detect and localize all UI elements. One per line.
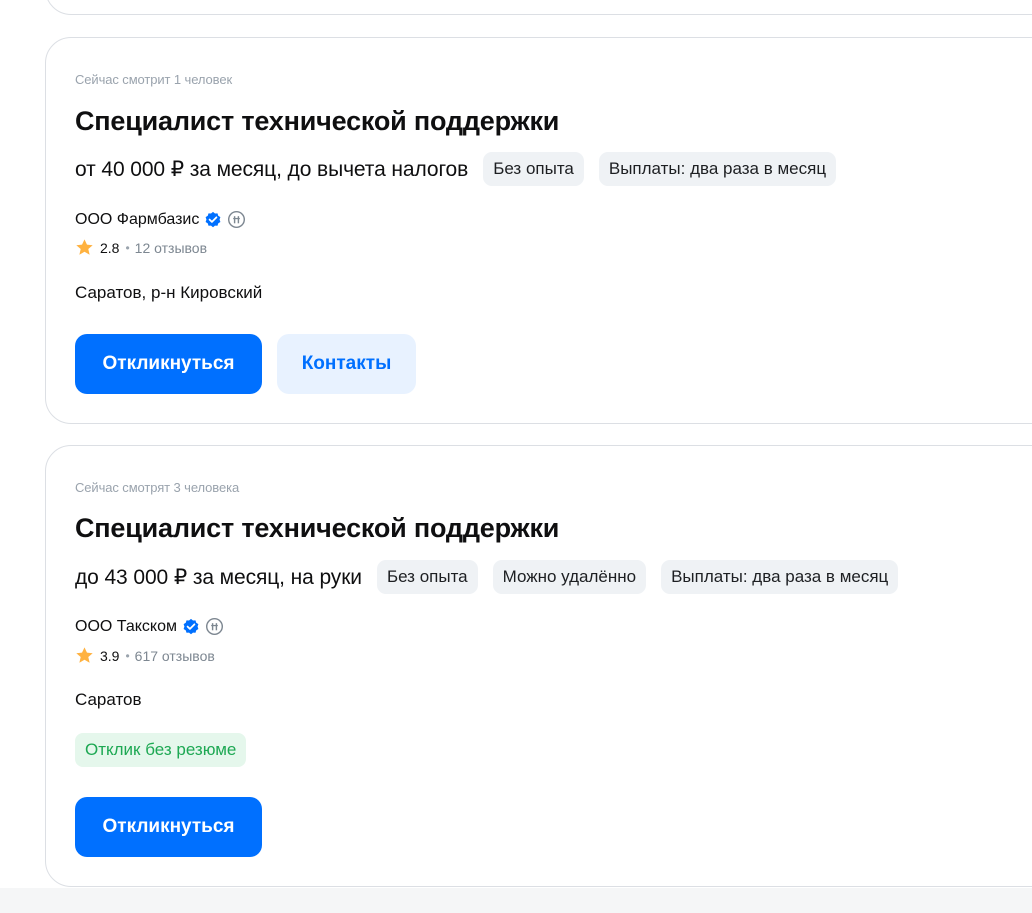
experience-tag: Без опыта (483, 152, 584, 186)
experience-tag: Без опыта (376, 560, 478, 594)
separator-dot: • (125, 648, 130, 663)
vacancy-card[interactable]: Сейчас смотрит 1 человек Специалист техн… (45, 37, 1032, 424)
salary-row: от 40 000 ₽ за месяц, до вычета налогов … (75, 152, 851, 186)
salary-row: до 43 000 ₽ за месяц, на руки Без опыта … (75, 560, 913, 594)
apply-button[interactable]: Откликнуться (75, 797, 262, 857)
vacancy-list: Сейчас смотрит 1 человек Специалист техн… (0, 0, 1032, 913)
no-resume-badge: Отклик без резюме (75, 733, 247, 767)
company-name[interactable]: ООО Такском (75, 618, 177, 636)
vacancy-card-previous (45, 0, 1032, 15)
separator-dot: • (125, 240, 130, 255)
vacancy-card[interactable]: Сейчас смотрят 3 человека Специалист тех… (45, 445, 1032, 887)
company-row: ООО Фармбазис (75, 210, 246, 229)
page-footer-strip (0, 888, 1032, 913)
reviews-link[interactable]: 12 отзывов (135, 240, 207, 256)
info-icon[interactable] (227, 210, 246, 229)
vacancy-title[interactable]: Специалист технической поддержки (75, 513, 559, 544)
apply-button[interactable]: Откликнуться (75, 334, 262, 394)
salary: от 40 000 ₽ за месяц, до вычета налогов (75, 157, 469, 181)
rating-value: 2.8 (100, 239, 120, 256)
company-row: ООО Такском (75, 617, 224, 636)
rating-row: 2.8 • 12 отзывов (75, 238, 207, 257)
location: Саратов, р-н Кировский (75, 283, 263, 302)
salary: до 43 000 ₽ за месяц, на руки (75, 565, 362, 589)
company-name[interactable]: ООО Фармбазис (75, 211, 199, 229)
star-icon (76, 647, 93, 663)
remote-tag: Можно удалённо (492, 560, 647, 594)
location: Саратов (75, 690, 142, 709)
rating-value: 3.9 (100, 647, 120, 664)
info-icon[interactable] (205, 617, 224, 636)
reviews-link[interactable]: 617 отзывов (135, 648, 215, 664)
vacancy-title[interactable]: Специалист технической поддержки (75, 106, 559, 137)
rating-row: 3.9 • 617 отзывов (75, 646, 215, 665)
verified-check-icon (205, 211, 221, 227)
payments-tag: Выплаты: два раза в месяц (598, 152, 837, 186)
payments-tag: Выплаты: два раза в месяц (661, 560, 899, 594)
viewers-count: Сейчас смотрят 3 человека (75, 480, 240, 495)
star-icon (76, 239, 93, 255)
contacts-button[interactable]: Контакты (277, 334, 416, 394)
viewers-count: Сейчас смотрит 1 человек (75, 72, 233, 87)
verified-check-icon (183, 618, 199, 634)
